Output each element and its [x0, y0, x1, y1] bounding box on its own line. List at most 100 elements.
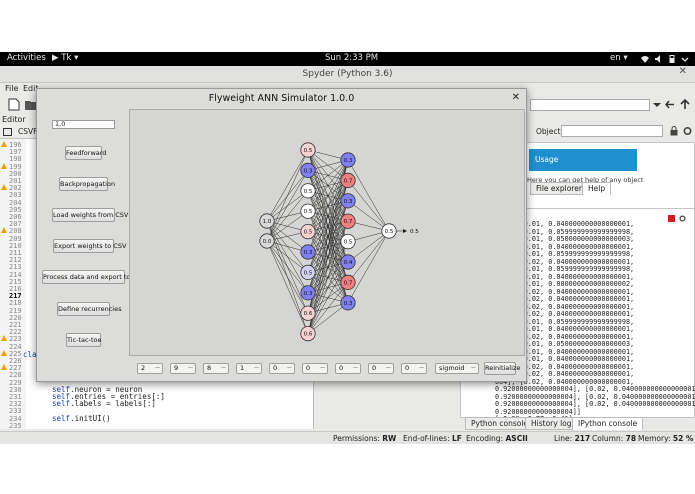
activities-button[interactable]: Activities	[7, 53, 46, 63]
tab-file-explorer[interactable]: File explorer	[530, 182, 588, 195]
hidden-neuron-value: 0.3	[304, 168, 313, 174]
menu-file[interactable]: File	[5, 84, 18, 93]
hidden-neuron[interactable]: 0.7	[340, 172, 356, 189]
warning-icon[interactable]	[1, 141, 7, 147]
hidden-neuron[interactable]: 0.5	[340, 234, 356, 250]
clock[interactable]: Sun 2:33 PM	[325, 53, 378, 63]
stop-icon[interactable]	[668, 215, 675, 222]
spinner-layer-2[interactable]: 8	[203, 363, 229, 374]
tic-tac-toe-button[interactable]: Tic-tac-toe	[66, 333, 101, 347]
reinitialize-button[interactable]: Reinitialize	[484, 362, 520, 375]
close-icon[interactable]: ✕	[512, 92, 520, 103]
close-icon[interactable]: ✕	[679, 66, 687, 77]
output-neuron-value: 0.5	[385, 229, 394, 235]
app-menu[interactable]: ▶ Tk ▾	[52, 53, 78, 63]
feedforward-button[interactable]: Feedforward	[65, 146, 106, 160]
warning-icon[interactable]	[1, 162, 7, 169]
spinner-7[interactable]: 0	[335, 363, 361, 374]
connection-line	[347, 200, 390, 232]
spinner-5[interactable]: 0	[269, 363, 295, 374]
define-recurrencies-button[interactable]: Define recurrencies	[57, 302, 121, 316]
ann-simulator-dialog: Flyweight ANN Simulator 1.0.0 ✕ 1,0 Feed…	[36, 88, 527, 382]
warning-icon[interactable]	[1, 335, 7, 342]
spinner-6[interactable]: 0	[302, 363, 328, 374]
spinner-layer-1[interactable]: 9	[170, 363, 196, 374]
status-eol: End-of-lines: LF	[403, 434, 462, 443]
hidden-neuron-value: 0.3	[304, 250, 313, 256]
hidden-neuron[interactable]: 0.6	[300, 305, 316, 321]
spinner-input-count[interactable]: 2	[137, 363, 163, 374]
hidden-neuron[interactable]: 0.3	[340, 152, 356, 168]
working-directory-field[interactable]	[530, 99, 650, 111]
hidden-neuron-value: 0.7	[344, 280, 353, 286]
wifi-icon[interactable]	[641, 55, 649, 63]
hidden-neuron-value: 0.7	[344, 178, 353, 184]
language-label: en	[610, 53, 621, 63]
backpropagation-button[interactable]: Backpropagation	[59, 177, 115, 191]
warning-icon[interactable]	[1, 184, 7, 191]
system-menu-icon[interactable]	[681, 55, 689, 63]
hidden-neuron-value: 0.5	[304, 189, 313, 195]
network-canvas[interactable]: 1.0 0.0 0.5 0.3 0.5 0.5 0.5 0.3 0.5 0.3 0.6 0.6 0.3 0…	[129, 109, 525, 356]
input-neuron[interactable]: 1.0	[259, 213, 275, 229]
hidden-neuron[interactable]: 0.3	[300, 285, 316, 301]
weights-input[interactable]: 1,0	[52, 120, 115, 129]
status-memory: Memory: 52 %	[638, 434, 694, 443]
status-column: Column: 78	[592, 434, 637, 443]
hidden-neuron[interactable]: 0.5	[300, 142, 316, 158]
activation-select[interactable]: sigmoid	[435, 363, 479, 374]
hidden-neuron[interactable]: 0.5	[300, 224, 316, 240]
hidden-neuron-value: 0.3	[304, 291, 313, 297]
hidden-neuron[interactable]: 0.3	[300, 162, 316, 179]
export-weights-button[interactable]: Export weights to CSV	[53, 239, 126, 253]
hidden-neuron[interactable]: 0.3	[340, 193, 356, 209]
process-data-button[interactable]: Process data and export to CSV	[42, 270, 146, 284]
usage-header: Usage	[529, 149, 637, 171]
hidden-neuron-value: 0.6	[304, 311, 313, 317]
hidden-neuron[interactable]: 0.5	[300, 203, 316, 219]
line-number: 235	[9, 421, 22, 430]
hidden-neuron[interactable]: 0.4	[340, 254, 356, 270]
lock-icon[interactable]	[670, 126, 678, 136]
connections	[266, 149, 403, 334]
gear-icon[interactable]	[683, 126, 692, 136]
hidden-neuron[interactable]: 0.7	[340, 213, 356, 229]
hidden-neuron-value: 0.5	[304, 148, 313, 154]
tab-ipython-console[interactable]: IPython console	[572, 417, 644, 430]
code-line: self.labels = labels[:]	[52, 399, 156, 409]
tab-history-log[interactable]: History log	[525, 417, 578, 430]
load-weights-button[interactable]: Load weights from CSV	[52, 208, 128, 222]
input-neuron[interactable]: 0.0	[259, 233, 275, 249]
hidden-neuron[interactable]: 0.5	[300, 264, 316, 280]
gear-icon[interactable]	[679, 215, 686, 222]
output-arrow-icon	[403, 229, 407, 233]
language-arrow-icon: ▾	[623, 53, 628, 63]
warning-icon[interactable]	[1, 349, 7, 356]
volume-icon[interactable]	[655, 55, 663, 63]
input-neuron-value: 1.0	[263, 219, 272, 225]
dropdown-arrow-icon[interactable]	[651, 98, 663, 111]
spinner-output-count[interactable]: 1	[236, 363, 262, 374]
battery-icon[interactable]	[668, 55, 676, 63]
language-indicator[interactable]: en ▾	[610, 53, 628, 63]
spinner-8[interactable]: 0	[368, 363, 394, 374]
hidden-neuron[interactable]: 0.7	[340, 274, 356, 290]
hidden-neuron[interactable]: 0.3	[300, 244, 316, 260]
object-input[interactable]	[561, 125, 663, 137]
up-icon[interactable]	[679, 98, 691, 111]
back-icon[interactable]	[664, 98, 676, 111]
status-bar: Permissions: RW End-of-lines: LF Encodin…	[0, 431, 695, 444]
output-neuron[interactable]: 0.5	[381, 223, 397, 239]
browse-tabs-icon[interactable]	[3, 128, 12, 136]
new-file-icon[interactable]	[8, 98, 20, 111]
tab-python-console[interactable]: Python console	[465, 417, 535, 430]
hidden-neuron-value: 0.3	[344, 199, 353, 205]
hidden-neuron[interactable]: 0.5	[300, 183, 316, 199]
warning-icon[interactable]	[1, 364, 7, 371]
hidden-neuron[interactable]: 0.3	[340, 295, 356, 311]
tab-help[interactable]: Help	[582, 182, 612, 195]
hidden-neuron[interactable]: 0.6	[300, 326, 316, 342]
status-permissions: Permissions: RW	[333, 434, 397, 443]
warning-icon[interactable]	[1, 227, 7, 234]
spinner-9[interactable]: 0	[401, 363, 427, 374]
